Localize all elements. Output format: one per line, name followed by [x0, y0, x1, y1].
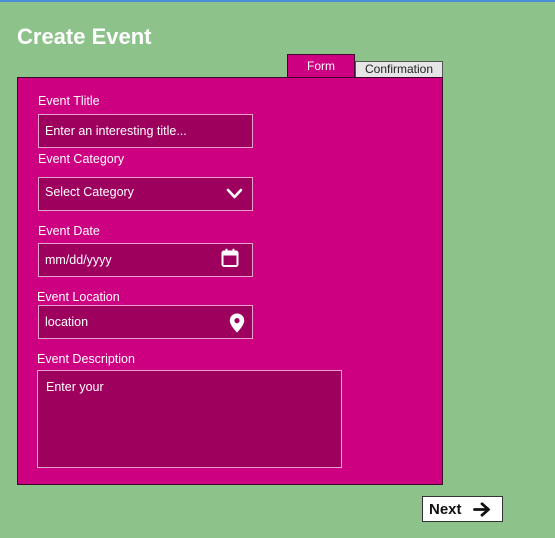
event-form-panel: Event Tlitle Event Category Select Categ… — [17, 77, 443, 485]
next-button[interactable]: Next — [422, 496, 503, 522]
event-category-label: Event Category — [38, 152, 125, 166]
event-title-label: Event Tlitle — [38, 94, 100, 108]
tab-confirmation[interactable]: Confirmation — [355, 61, 443, 78]
event-date-label: Event Date — [38, 224, 100, 238]
page-title: Create Event — [17, 24, 152, 49]
next-button-label: Next — [429, 501, 462, 518]
event-category-value: Select Category — [45, 185, 134, 199]
tab-form[interactable]: Form — [287, 54, 355, 77]
event-location-label: Event Location — [37, 290, 120, 304]
event-description-label: Event Description — [37, 352, 135, 366]
arrow-right-icon — [473, 502, 490, 517]
event-description-textarea[interactable] — [37, 370, 342, 468]
calendar-icon[interactable] — [221, 248, 239, 268]
event-title-input[interactable] — [38, 114, 253, 148]
event-category-select[interactable]: Select Category — [38, 177, 253, 211]
map-pin-icon[interactable] — [229, 313, 245, 333]
chevron-down-icon — [226, 188, 243, 199]
event-location-input[interactable] — [38, 305, 253, 339]
